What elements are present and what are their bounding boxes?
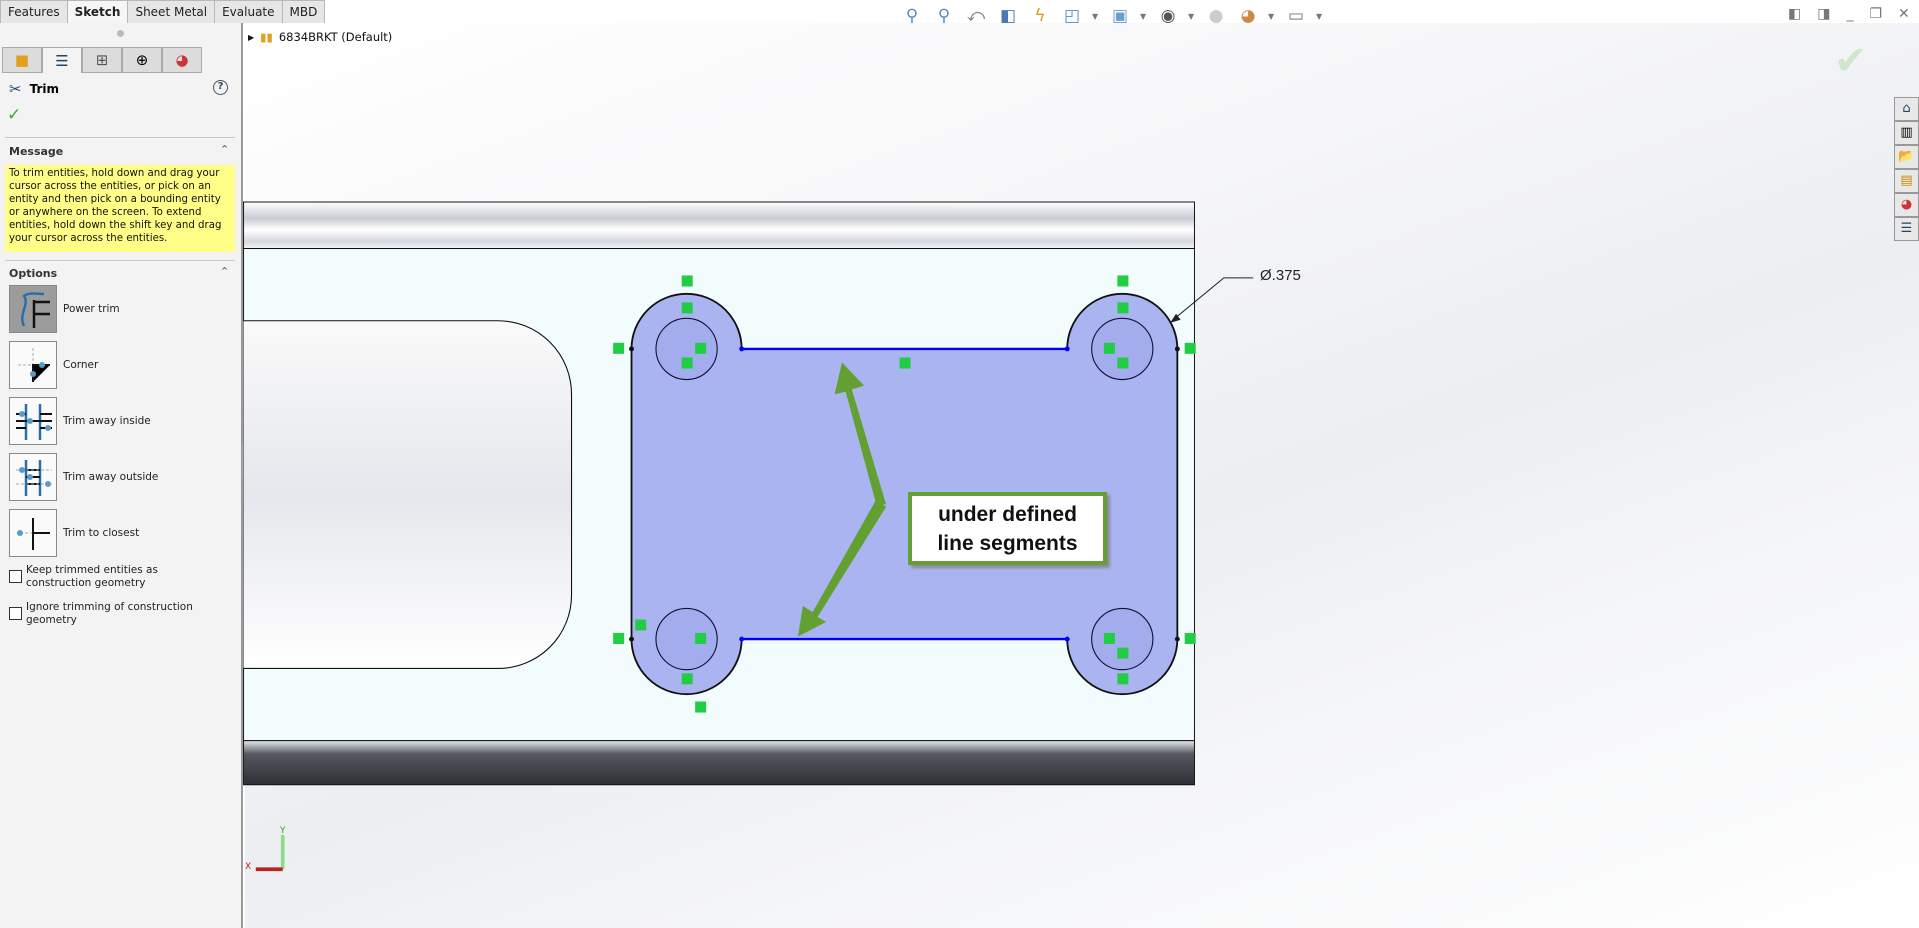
- triad-y-label: Y: [280, 826, 286, 836]
- appearance-icon: ◕: [175, 51, 189, 69]
- tile-left-icon[interactable]: ◧: [1788, 6, 1801, 22]
- triad-x-label: X: [245, 862, 252, 872]
- zoom-to-area-icon[interactable]: ⚲: [932, 4, 956, 28]
- close-icon[interactable]: ✕: [1898, 6, 1910, 22]
- tile-right-icon[interactable]: ◨: [1817, 6, 1830, 22]
- collapse-options-icon[interactable]: ⌃: [220, 265, 229, 278]
- ignore-construction-checkbox[interactable]: Ignore trimming of construction geometry: [9, 601, 206, 627]
- view-orientation-icon[interactable]: ◰: [1060, 4, 1084, 28]
- corner-icon: [9, 341, 57, 389]
- window-controls: ◧ ◨ _ ❐ ✕: [1788, 6, 1910, 22]
- display-manager-tab[interactable]: ◕: [162, 47, 202, 73]
- diameter-dimension[interactable]: Ø.375: [1260, 267, 1301, 284]
- callout-box: under defined line segments: [908, 492, 1107, 565]
- trim-icon: ✂: [9, 80, 22, 98]
- help-icon[interactable]: ?: [213, 80, 228, 95]
- graphics-area[interactable]: [245, 23, 1919, 928]
- minimize-icon[interactable]: _: [1846, 6, 1853, 22]
- view-settings-icon[interactable]: ▭: [1284, 4, 1308, 28]
- part-icon: ▮▮: [260, 30, 273, 44]
- keep-trimmed-construction-checkbox[interactable]: Keep trimmed entities as construction ge…: [9, 564, 206, 590]
- option-trim-away-outside[interactable]: Trim away outside: [9, 453, 158, 501]
- property-manager-tab[interactable]: ☰: [42, 47, 82, 73]
- options-header: Options: [9, 267, 58, 280]
- tab-mbd[interactable]: MBD: [281, 0, 326, 23]
- section-view-icon[interactable]: ◧: [996, 4, 1020, 28]
- feature-manager-tab[interactable]: ■: [2, 47, 42, 73]
- option-trim-away-inside[interactable]: Trim away inside: [9, 397, 151, 445]
- custom-properties-icon[interactable]: ☰: [1894, 217, 1919, 241]
- tab-features[interactable]: Features: [0, 0, 68, 23]
- feature-tree-root[interactable]: ▶ ▮▮ 6834BRKT (Default): [248, 30, 392, 44]
- command-manager-tabs: Features Sketch Sheet Metal Evaluate MBD: [0, 0, 326, 23]
- appearances-icon[interactable]: ◕: [1894, 193, 1919, 217]
- ok-button[interactable]: ✓: [7, 105, 21, 125]
- crosshair-icon: ⊕: [135, 51, 149, 69]
- restore-icon[interactable]: ❐: [1869, 6, 1882, 22]
- dynamic-annotation-icon[interactable]: ϟ: [1028, 4, 1052, 28]
- panel-title: Trim: [29, 82, 59, 96]
- option-corner[interactable]: Corner: [9, 341, 98, 389]
- view-palette-icon[interactable]: ▤: [1894, 169, 1919, 193]
- trim-away-outside-icon: [9, 453, 57, 501]
- trim-away-inside-icon: [9, 397, 57, 445]
- expand-arrow-icon[interactable]: ▶: [248, 33, 254, 42]
- confirmation-corner-check-icon[interactable]: ✔: [1834, 38, 1868, 84]
- file-explorer-icon[interactable]: 📂: [1894, 145, 1919, 169]
- configuration-manager-tab[interactable]: ⊞: [82, 47, 122, 73]
- tab-sketch[interactable]: Sketch: [66, 0, 129, 23]
- part-icon: ■: [14, 51, 30, 69]
- tab-sheet-metal[interactable]: Sheet Metal: [127, 0, 216, 23]
- task-pane-tabs: ⌂ ▥ 📂 ▤ ◕ ☰: [1894, 97, 1919, 241]
- trim-to-closest-icon: [9, 509, 57, 557]
- home-icon[interactable]: ⌂: [1894, 97, 1919, 121]
- apply-scene-icon[interactable]: ◕: [1236, 4, 1260, 28]
- previous-view-icon[interactable]: ⤺: [964, 4, 988, 28]
- message-header: Message: [9, 145, 64, 158]
- collapse-message-icon[interactable]: ⌃: [220, 143, 229, 156]
- option-trim-to-closest[interactable]: Trim to closest: [9, 509, 139, 557]
- tab-evaluate[interactable]: Evaluate: [214, 0, 283, 23]
- zoom-to-fit-icon[interactable]: ⚲: [900, 4, 924, 28]
- design-library-icon[interactable]: ▥: [1894, 121, 1919, 145]
- message-box: To trim entities, hold down and drag you…: [5, 165, 235, 252]
- dimxpert-tab[interactable]: ⊕: [122, 47, 162, 73]
- config-icon: ⊞: [95, 51, 109, 69]
- hide-show-items-icon[interactable]: ◉: [1156, 4, 1180, 28]
- panel-grip[interactable]: [117, 30, 124, 37]
- edit-appearance-icon[interactable]: ●: [1204, 4, 1228, 28]
- heads-up-toolbar: ⚲ ⚲ ⤺ ◧ ϟ ◰ ▼ ▣ ▼ ◉ ▼ ● ◕ ▼ ▭ ▼: [900, 4, 1324, 28]
- option-power-trim[interactable]: Power trim: [9, 285, 120, 333]
- power-trim-icon: [9, 285, 57, 333]
- display-style-icon[interactable]: ▣: [1108, 4, 1132, 28]
- list-icon: ☰: [55, 51, 69, 70]
- property-manager: ■ ☰ ⊞ ⊕ ◕ ✂ Trim ? ✓ Message ⌃ To trim en…: [0, 23, 243, 928]
